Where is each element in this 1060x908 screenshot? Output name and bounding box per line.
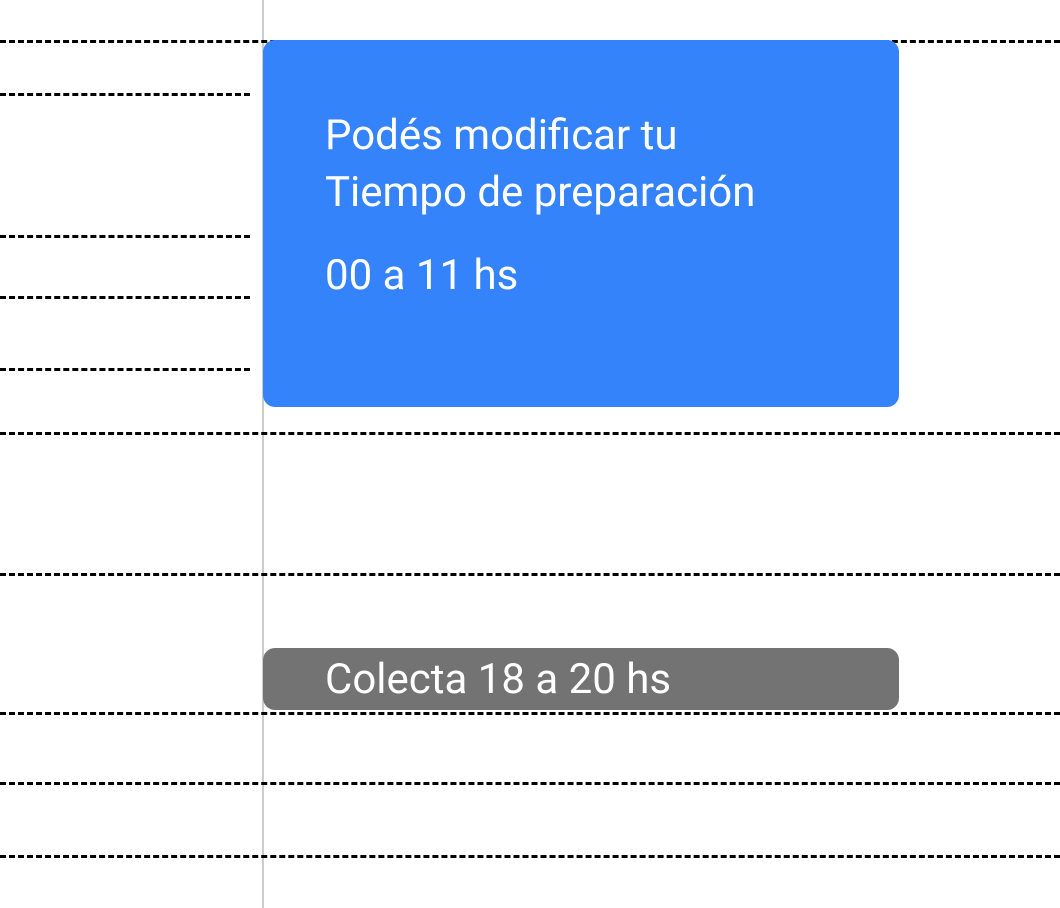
prep-time-title: Podés modificar tu Tiempo de preparación (325, 108, 837, 221)
timeline-gridline-partial (0, 368, 250, 371)
timeline-container: Podés modificar tu Tiempo de preparación… (0, 0, 1060, 908)
timeline-gridline-partial (0, 93, 250, 96)
prep-time-title-line2: Tiempo de preparación (325, 168, 755, 217)
timeline-gridline (0, 432, 1060, 435)
timeline-gridline (0, 782, 1060, 785)
prep-time-title-line1: Podés modificar tu (325, 111, 678, 160)
timeline-gridline (0, 855, 1060, 858)
prep-time-range: 00 a 11 hs (325, 251, 837, 300)
collection-label: Colecta 18 a 20 hs (325, 655, 671, 704)
timeline-gridline (0, 712, 1060, 715)
prep-time-event[interactable]: Podés modificar tu Tiempo de preparación… (263, 40, 899, 407)
timeline-gridline-partial (0, 235, 250, 238)
collection-event[interactable]: Colecta 18 a 20 hs (263, 648, 899, 710)
timeline-gridline (0, 573, 1060, 576)
timeline-gridline-partial (0, 296, 250, 299)
